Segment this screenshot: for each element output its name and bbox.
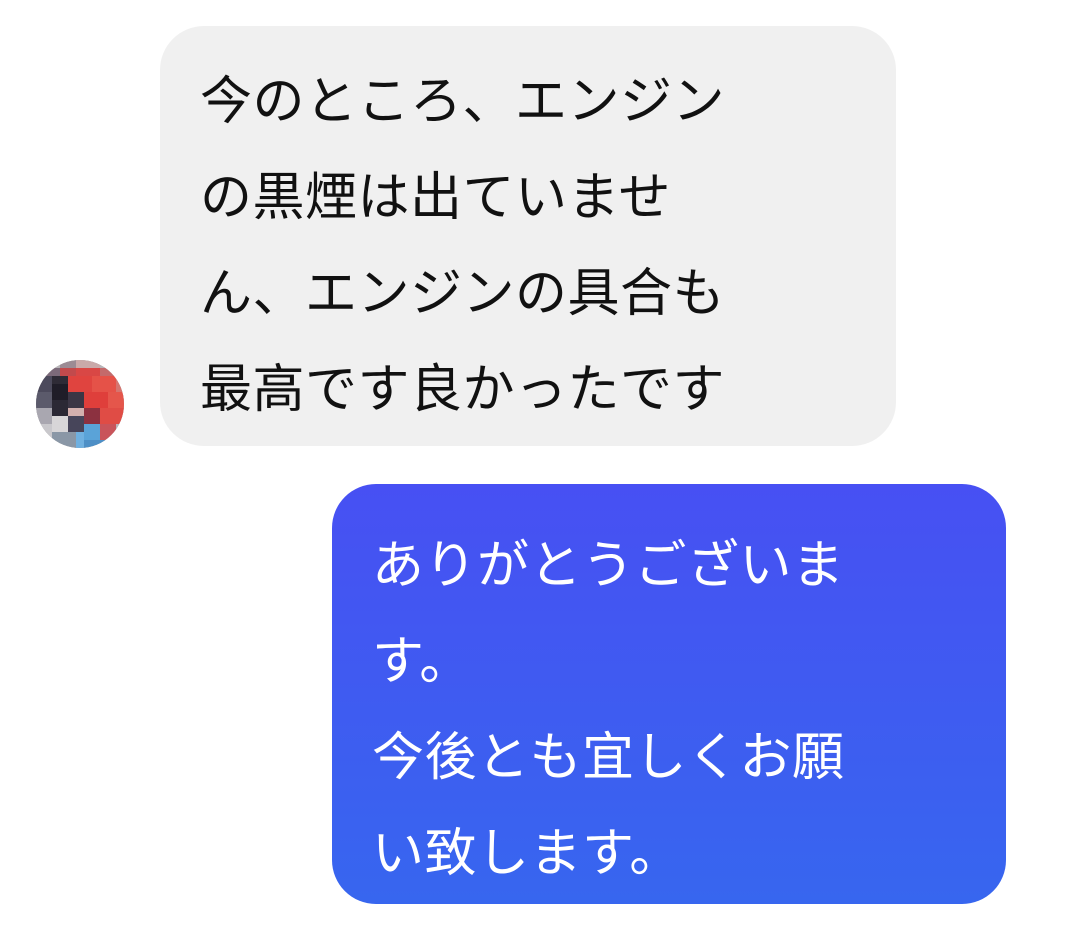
message-thread: 今のところ、エンジン の黒煙は出ていませ ん、エンジンの具合も 最高です良かった… — [0, 0, 1080, 931]
incoming-message-row: 今のところ、エンジン の黒煙は出ていませ ん、エンジンの具合も 最高です良かった… — [0, 0, 1080, 460]
outgoing-message-bubble[interactable]: ありがとうございま す。 今後とも宜しくお願 い致します。 — [332, 484, 1006, 904]
incoming-message-bubble[interactable]: 今のところ、エンジン の黒煙は出ていませ ん、エンジンの具合も 最高です良かった… — [160, 26, 896, 446]
pixelated-avatar-image — [36, 360, 124, 448]
contact-avatar-icon[interactable] — [36, 360, 124, 448]
